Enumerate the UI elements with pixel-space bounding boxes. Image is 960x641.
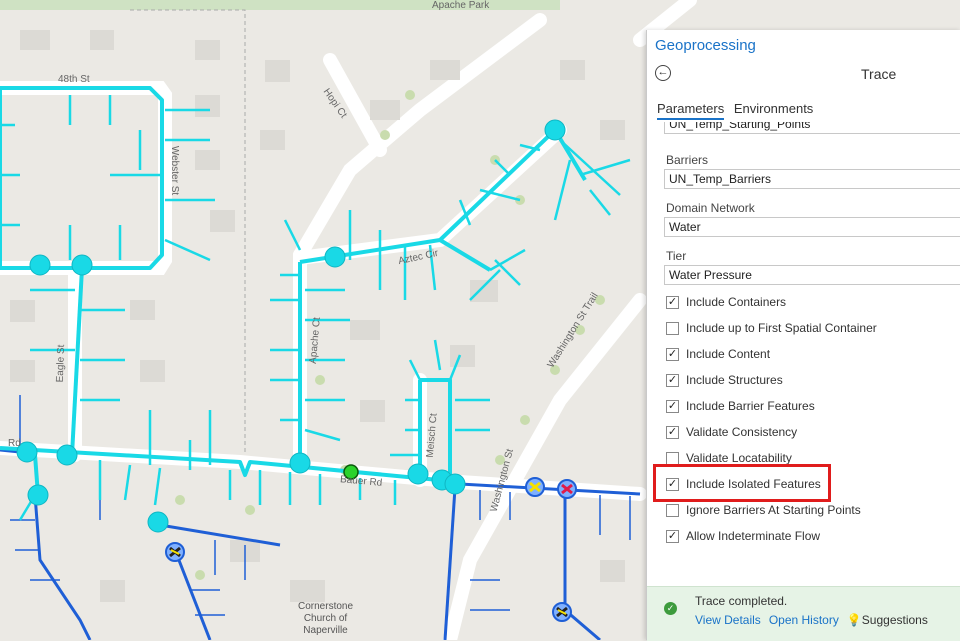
checkbox-label: Include Structures [686,373,783,387]
map-label-apache-park: Apache Park [432,0,490,11]
checkbox-label: Include Containers [686,295,787,309]
tier-field[interactable]: Water Pressure [664,265,960,285]
callout-highlight-box [653,464,831,502]
checkbox-icon[interactable]: ✓ [666,399,679,413]
checkbox-include-barrier-features[interactable]: ✓ Include Barrier Features [666,396,815,416]
domain-network-field[interactable]: Water [664,217,960,237]
map-label-webster-st: Webster St [169,145,181,196]
status-bar: ✓ Trace completed. View Details Open His… [647,586,960,641]
geoprocessing-pane: Geoprocessing ← Trace Parameters Environ… [646,30,960,641]
checkbox-label: Ignore Barriers At Starting Points [686,503,861,517]
pane-title: Geoprocessing [655,37,756,54]
map-label-48th-st: 48th St [58,74,90,85]
checkbox-label: Allow Indeterminate Flow [686,529,821,543]
checkbox-label: Validate Locatability [686,451,792,465]
checkbox-icon[interactable]: ✓ [666,295,679,309]
checkbox-allow-indeterminate-flow[interactable]: ✓ Allow Indeterminate Flow [666,526,820,546]
suggestions-label: Suggestions [861,613,928,627]
checkbox-include-structures[interactable]: ✓ Include Structures [666,370,783,390]
tool-title: Trace [861,66,897,82]
checkbox-label: Include up to First Spatial Container [686,321,877,335]
status-message: Trace completed. [695,594,788,608]
view-details-link[interactable]: View Details [695,613,761,627]
tab-environments[interactable]: Environments [734,101,813,118]
lightbulb-icon: 💡 [846,613,862,627]
checkbox-ignore-barriers-at-starting-points[interactable]: Ignore Barriers At Starting Points [666,500,861,520]
map-label-church: Cornerstone Church of Naperville [298,601,353,637]
barriers-label: Barriers [666,153,709,167]
barriers-field[interactable]: UN_Temp_Barriers [664,169,960,189]
checkbox-include-content[interactable]: ✓ Include Content [666,344,770,364]
checkbox-icon[interactable]: ✓ [666,425,679,439]
checkbox-icon[interactable]: ✓ [666,529,679,543]
tab-parameters[interactable]: Parameters [657,101,725,120]
open-history-link[interactable]: Open History [769,613,839,627]
valve-icons [165,477,577,622]
checkbox-icon[interactable]: ✓ [666,373,679,387]
parameters-form: UN_Temp_Starting_Points Barriers UN_Temp… [663,122,960,582]
tool-tabs: Parameters Environments [657,101,819,120]
checkbox-icon[interactable] [666,451,679,465]
checkbox-label: Include Content [686,347,771,361]
map-label-rd: Rd [8,438,21,449]
checkbox-icon[interactable] [666,503,679,517]
church-label-line3: Naperville [303,625,348,636]
suggestions-link[interactable]: 💡Suggestions [847,613,928,627]
checkbox-icon[interactable] [666,321,679,335]
church-label-line1: Cornerstone [298,601,354,612]
church-label-line2: Church of [303,613,348,624]
success-check-icon: ✓ [664,602,677,615]
tree-dots [175,90,605,580]
checkbox-icon[interactable]: ✓ [666,347,679,361]
back-arrow-icon[interactable]: ← [655,65,671,81]
starting-points-field[interactable]: UN_Temp_Starting_Points [664,122,960,134]
map-label-eagle-st: Eagle St [54,344,68,383]
checkbox-label: Include Barrier Features [686,399,815,413]
status-links: View Details Open History 💡Suggestions [695,613,928,627]
checkbox-validate-consistency[interactable]: ✓ Validate Consistency [666,422,797,442]
parcel-boundary [130,9,246,455]
tier-label: Tier [666,249,687,263]
domain-network-label: Domain Network [666,201,755,215]
checkbox-include-up-to-first-spatial-container[interactable]: Include up to First Spatial Container [666,318,877,338]
checkbox-include-containers[interactable]: ✓ Include Containers [666,292,786,312]
checkbox-label: Validate Consistency [686,425,798,439]
